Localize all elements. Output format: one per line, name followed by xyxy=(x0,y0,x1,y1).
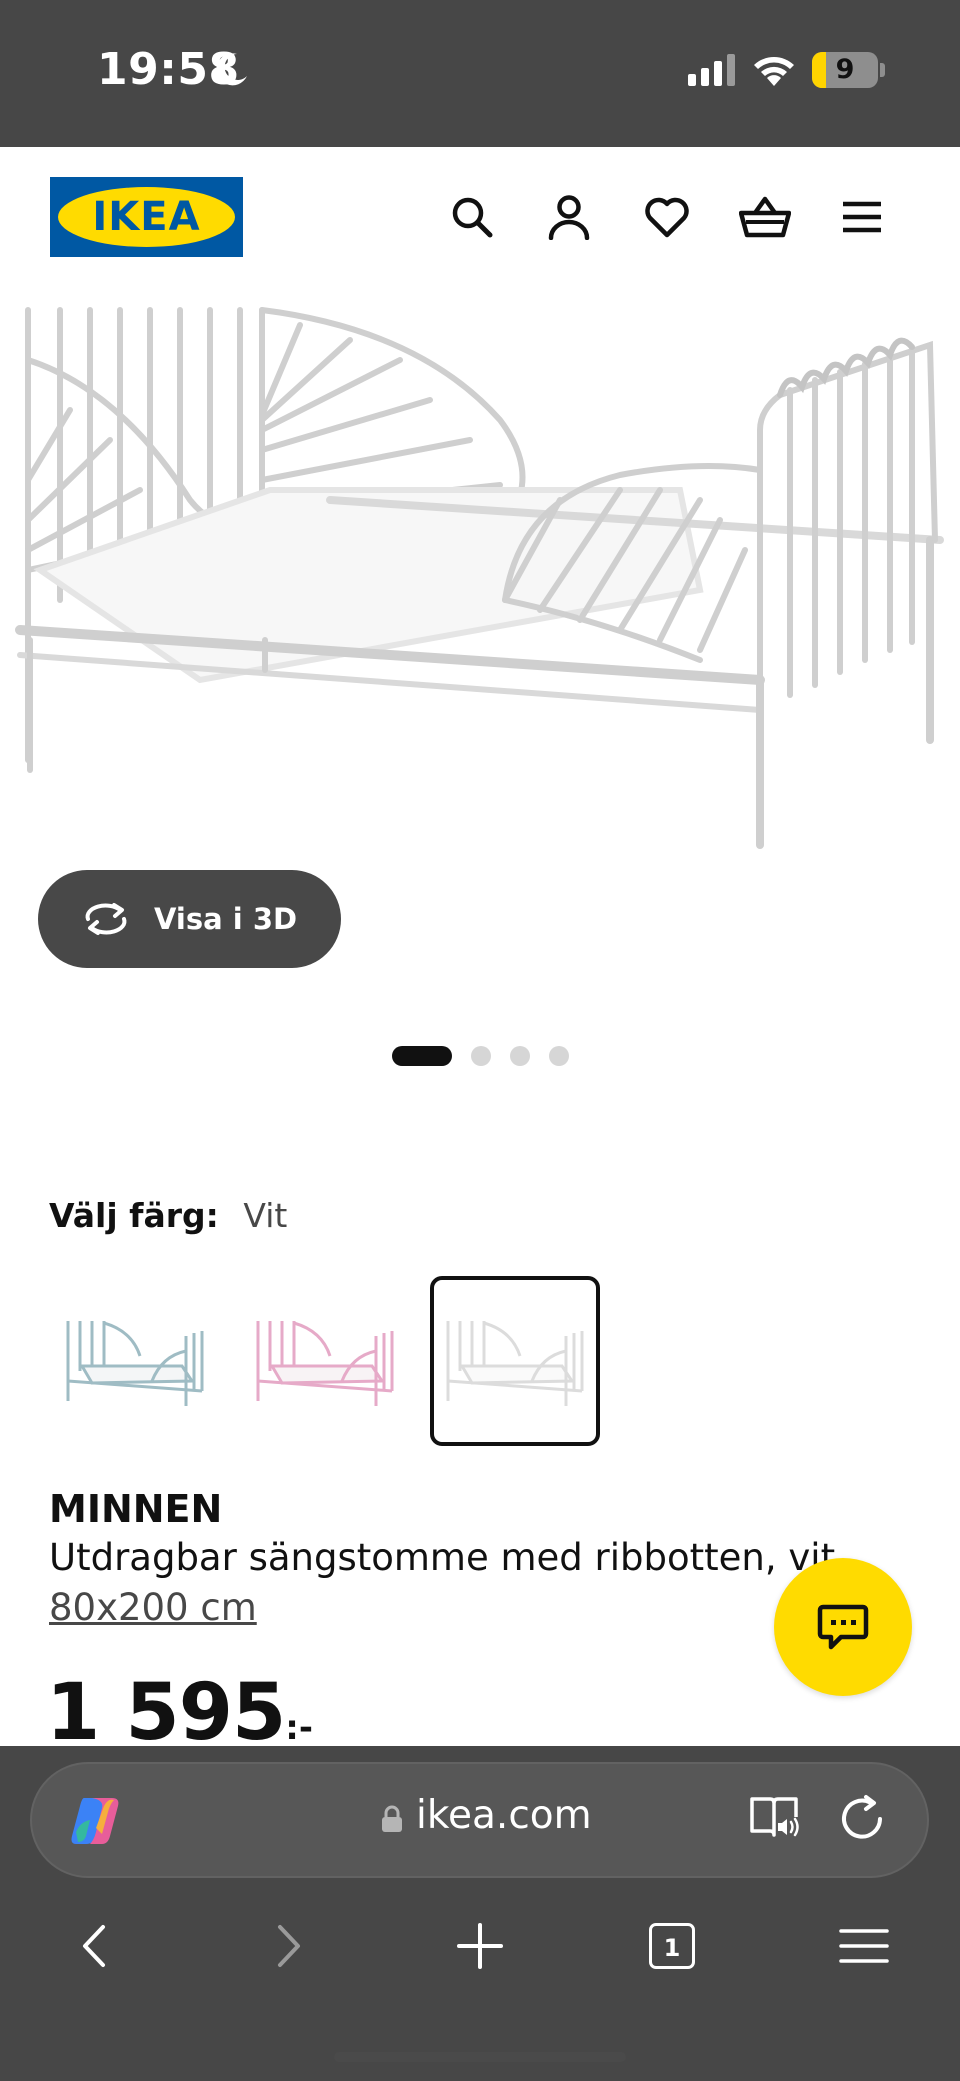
lock-icon xyxy=(382,1805,402,1832)
chevron-right-icon xyxy=(278,1925,300,1967)
basket-icon[interactable] xyxy=(737,189,793,245)
new-tab-button[interactable] xyxy=(448,1918,512,1974)
price-suffix: :- xyxy=(285,1708,313,1748)
copilot-icon[interactable] xyxy=(66,1792,124,1850)
reload-icon[interactable] xyxy=(836,1793,888,1845)
tab-count: 1 xyxy=(663,1934,681,1962)
colour-swatch-blue[interactable] xyxy=(50,1276,220,1446)
chat-button[interactable] xyxy=(774,1558,912,1696)
colour-swatch-pink[interactable] xyxy=(240,1276,410,1446)
product-image[interactable] xyxy=(0,300,960,870)
status-bar: 19:58 9 xyxy=(0,0,960,147)
battery-tip xyxy=(880,63,885,77)
bed-thumbnail-blue xyxy=(66,1321,204,1406)
product-size-link[interactable]: 80x200 cm xyxy=(49,1586,257,1629)
moon-icon xyxy=(216,53,247,86)
wifi-icon xyxy=(754,57,794,86)
carousel-dots xyxy=(392,1046,569,1066)
url-text[interactable]: ikea.com xyxy=(416,1793,592,1838)
tabs-icon: 1 xyxy=(649,1923,695,1969)
colour-label: Välj färg: xyxy=(49,1196,219,1235)
colour-swatch-white[interactable] xyxy=(430,1276,600,1446)
tabs-button[interactable]: 1 xyxy=(640,1918,704,1974)
carousel-dot-1[interactable] xyxy=(392,1046,452,1066)
bed-thumbnail-pink xyxy=(256,1321,394,1406)
chat-icon xyxy=(817,1604,869,1650)
view-3d-button[interactable]: Visa i 3D xyxy=(38,870,341,968)
ikea-logo[interactable]: IKEA xyxy=(50,177,243,257)
signal-icon xyxy=(688,54,735,86)
chevron-left-icon xyxy=(83,1925,105,1967)
carousel-dot-3[interactable] xyxy=(510,1046,530,1066)
home-indicator xyxy=(334,2052,626,2062)
account-icon[interactable] xyxy=(541,189,597,245)
hamburger-icon xyxy=(839,1929,889,1963)
forward-button[interactable] xyxy=(257,1918,321,1974)
heart-icon[interactable] xyxy=(639,189,695,245)
battery-icon: 9 xyxy=(812,52,878,88)
logo-text: IKEA xyxy=(92,194,201,240)
view-3d-label: Visa i 3D xyxy=(154,902,298,936)
carousel-dot-2[interactable] xyxy=(471,1046,491,1066)
search-icon[interactable] xyxy=(444,189,500,245)
reader-mode-icon[interactable] xyxy=(748,1793,804,1841)
browser-menu-button[interactable] xyxy=(832,1918,896,1974)
colour-selector: Välj färg: Vit xyxy=(49,1196,287,1235)
rotate-3d-icon xyxy=(85,903,127,935)
product-description: Utdragbar sängstomme med ribbotten, vit xyxy=(49,1536,836,1579)
bed-thumbnail-white xyxy=(446,1321,584,1406)
site-header: IKEA xyxy=(0,147,960,287)
menu-icon[interactable] xyxy=(834,189,890,245)
carousel-dot-4[interactable] xyxy=(549,1046,569,1066)
price-value: 1 595 xyxy=(46,1668,286,1758)
colour-value: Vit xyxy=(243,1196,288,1235)
back-button[interactable] xyxy=(62,1918,126,1974)
battery-level: 9 xyxy=(835,54,855,85)
product-name: MINNEN xyxy=(49,1487,223,1531)
plus-icon xyxy=(457,1923,503,1969)
bed-illustration xyxy=(15,307,944,849)
